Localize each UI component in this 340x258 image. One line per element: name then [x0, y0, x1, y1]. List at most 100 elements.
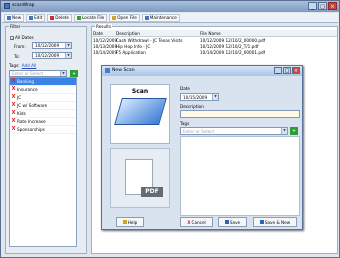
add-all-link[interactable]: Add All	[22, 63, 37, 68]
open-file-button[interactable]: Open File	[109, 13, 140, 22]
tag-label: Banking	[17, 79, 34, 84]
scanner-icon	[114, 98, 167, 125]
tag-item-sponsorships[interactable]: X Sponsorships	[10, 126, 76, 134]
help-icon	[122, 220, 127, 224]
date-column-header[interactable]: Date	[93, 31, 116, 36]
results-header: Date Description File Name	[92, 30, 337, 37]
save-label: Save	[229, 219, 241, 225]
dialog-icon	[105, 68, 110, 73]
tag-label: JC	[17, 95, 22, 100]
tag-item-insurance[interactable]: X Insurance	[10, 86, 76, 94]
tag-label: Insurance	[17, 87, 38, 92]
edit-button-label: Edit	[34, 15, 43, 20]
tag-item-jc-software[interactable]: X JC w/ Software	[10, 102, 76, 110]
maintenance-button[interactable]: Maintenance	[141, 13, 180, 22]
row-date: 10/13/2009	[93, 43, 118, 49]
remove-tag-icon[interactable]: X	[11, 79, 16, 84]
tags-heading: Tags: Add All	[9, 63, 36, 68]
dialog-close-icon[interactable]: ×	[292, 67, 300, 74]
new-scan-dialog: New Scan _ □ × Scan PDF Date 10/15/2009 …	[101, 65, 303, 230]
tag-item-banking[interactable]: X Banking	[10, 78, 76, 86]
new-icon	[7, 15, 11, 20]
cancel-button[interactable]: X Cancel	[180, 217, 213, 227]
tag-label: Sponsorships	[17, 127, 45, 132]
remove-tag-icon[interactable]: X	[11, 87, 16, 92]
date-label: Date	[180, 86, 191, 91]
scan-button[interactable]: Scan	[110, 84, 170, 144]
new-button-label: New	[12, 15, 22, 20]
maximize-icon[interactable]: □	[318, 2, 327, 10]
from-label: From:	[14, 44, 26, 49]
row-filename: 10/12/2009 12/10/2_T/1.pdf	[200, 43, 259, 49]
maintenance-label: Maintenance	[149, 15, 177, 20]
dialog-window-controls: _ □ ×	[274, 67, 300, 74]
app-icon	[4, 3, 10, 9]
description-input[interactable]	[180, 110, 300, 118]
all-dates-checkbox[interactable]: ✓	[10, 35, 14, 40]
remove-tag-icon[interactable]: X	[11, 103, 16, 108]
cancel-icon: X	[187, 219, 191, 225]
date-field[interactable]: 10/15/2009 ▼	[180, 93, 219, 101]
save-and-new-button[interactable]: Save & New	[253, 217, 297, 227]
help-button[interactable]: Help	[116, 217, 144, 227]
new-button[interactable]: New	[4, 13, 25, 22]
edit-button[interactable]: Edit	[26, 13, 46, 22]
remove-tag-icon[interactable]: X	[11, 111, 16, 116]
tag-item-kids[interactable]: X Kids	[10, 110, 76, 118]
locate-icon	[77, 15, 82, 20]
tag-dropdown-icon[interactable]: ▼	[281, 128, 287, 134]
from-date-field[interactable]: 10/12/2009 ▼	[32, 42, 72, 49]
cancel-label: Cancel	[191, 219, 206, 225]
dialog-minimize-icon[interactable]: _	[274, 67, 282, 74]
tag-filter-input[interactable]: Enter or Select ▼	[9, 70, 67, 77]
open-file-label: Open File	[117, 15, 137, 20]
remove-tag-icon[interactable]: X	[11, 127, 16, 132]
window-controls: _ □ ×	[308, 2, 337, 10]
selected-tags-list	[180, 136, 300, 216]
pdf-button[interactable]: PDF	[110, 148, 170, 208]
tag-item-rate-increase[interactable]: X Rate Increase	[10, 118, 76, 126]
add-dialog-tag-button[interactable]: +	[290, 127, 298, 135]
main-window: scanWrap _ □ × New Edit Delete Locate Fi…	[0, 0, 340, 258]
maintenance-icon	[144, 15, 149, 20]
filter-panel: Filter ✓ All Dates From: 10/12/2009 ▼ To…	[5, 24, 87, 254]
toolbar: New Edit Delete Locate File Open File Ma…	[2, 13, 338, 23]
from-date-value: 10/12/2009	[35, 43, 60, 48]
tag-filter-dropdown-icon[interactable]: ▼	[60, 71, 66, 76]
locate-file-button[interactable]: Locate File	[74, 13, 108, 22]
date-dropdown-icon[interactable]: ▼	[212, 94, 218, 100]
add-tag-button[interactable]: +	[70, 70, 78, 77]
dialog-titlebar: New Scan _ □ ×	[102, 66, 302, 76]
tag-input[interactable]: Enter or Select ▼	[180, 127, 288, 135]
to-label: To:	[14, 54, 20, 59]
delete-button[interactable]: Delete	[47, 13, 73, 22]
filename-column-header[interactable]: File Name	[200, 31, 300, 36]
dialog-title: New Scan	[112, 68, 135, 73]
to-date-value: 10/12/2009	[35, 53, 60, 58]
dialog-maximize-icon[interactable]: □	[283, 67, 291, 74]
delete-button-label: Delete	[55, 15, 70, 20]
minimize-icon[interactable]: _	[308, 2, 317, 10]
tag-item-jc[interactable]: X JC	[10, 94, 76, 102]
scan-label: Scan	[131, 88, 149, 95]
folder-icon	[112, 15, 117, 20]
close-icon[interactable]: ×	[328, 2, 337, 10]
tag-label: Rate Increase	[17, 119, 46, 124]
locate-file-label: Locate File	[82, 15, 105, 20]
from-date-dropdown-icon[interactable]: ▼	[65, 43, 71, 48]
tag-filter-placeholder: Enter or Select	[12, 71, 44, 76]
window-titlebar: scanWrap _ □ ×	[1, 1, 339, 12]
description-column-header[interactable]: Description	[116, 31, 200, 36]
to-date-dropdown-icon[interactable]: ▼	[65, 53, 71, 58]
row-description: Cash Withdrawl - JC Texas Visits	[116, 37, 183, 43]
remove-tag-icon[interactable]: X	[11, 119, 16, 124]
remove-tag-icon[interactable]: X	[11, 95, 16, 100]
row-date: 10/12/2009	[93, 37, 118, 43]
save-button[interactable]: Save	[218, 217, 247, 227]
row-description: F5 Application	[116, 49, 146, 55]
table-row[interactable]: 10/14/2009 F5 Application 10/14/2009 12/…	[92, 49, 337, 55]
row-date: 10/14/2009	[93, 49, 118, 55]
filter-legend: Filter	[9, 24, 22, 29]
tags-label: Tags	[180, 121, 190, 126]
to-date-field[interactable]: 10/12/2009 ▼	[32, 52, 72, 59]
